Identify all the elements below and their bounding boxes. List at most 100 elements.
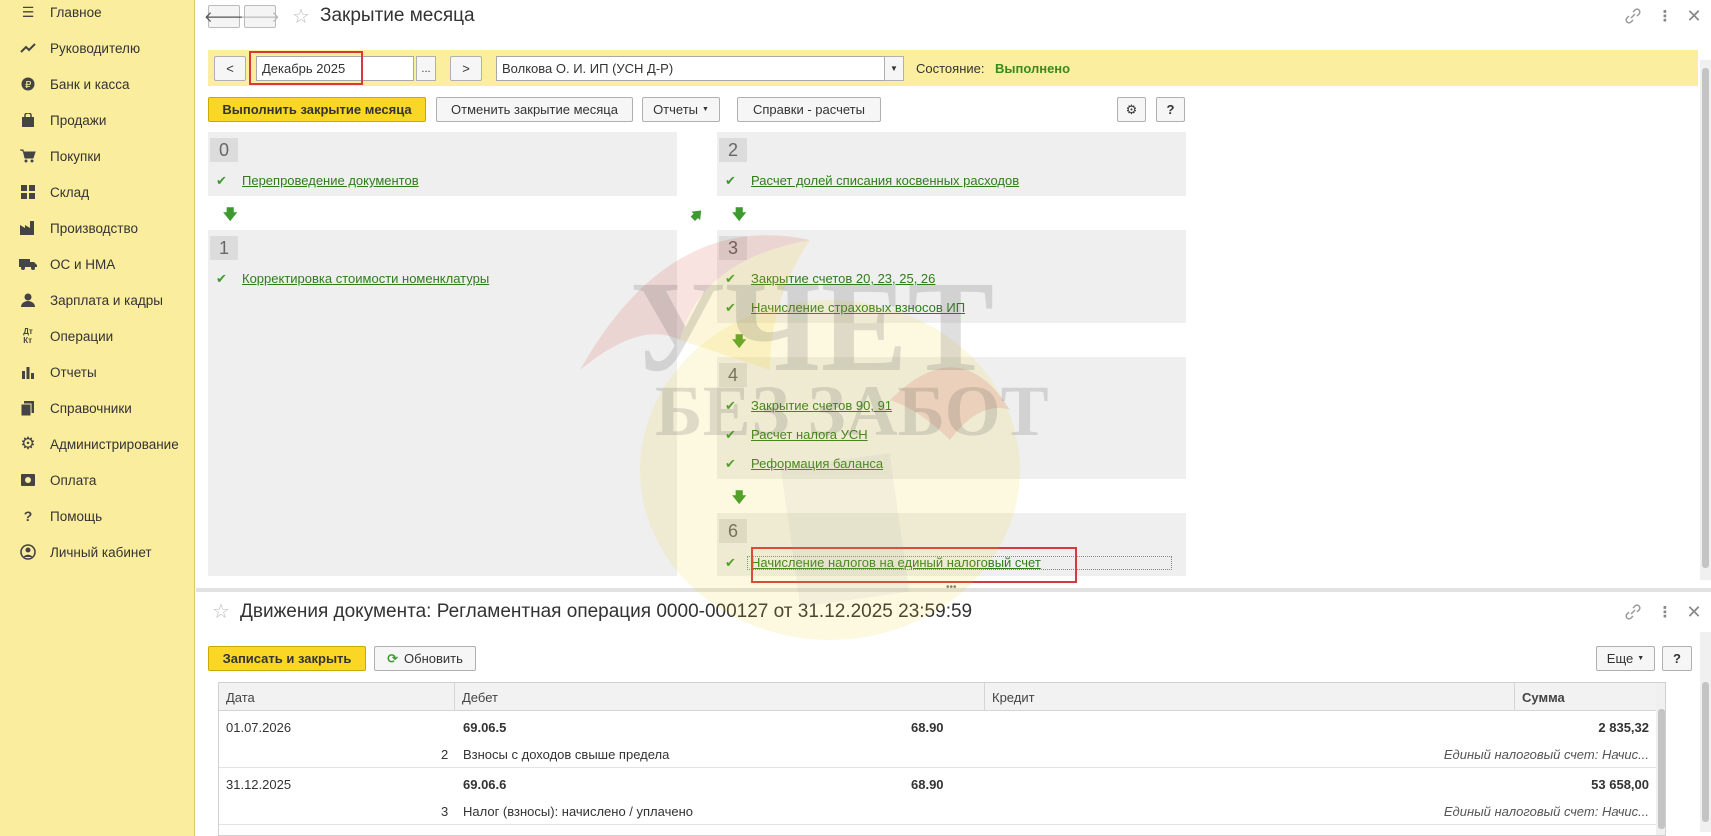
column-header-credit[interactable]: Кредит — [985, 683, 1515, 711]
sidebar-item-label: Продажи — [50, 112, 107, 128]
link-icon[interactable] — [1622, 5, 1644, 27]
op-link-close-accounts-20-26[interactable]: Закрытие счетов 20, 23, 25, 26 — [751, 271, 935, 286]
help-button[interactable]: ? — [1662, 646, 1692, 671]
reports-button[interactable]: Отчеты ▼ — [642, 97, 720, 122]
form-scrollbar-thumb[interactable] — [1702, 682, 1709, 822]
op-link-repost-documents[interactable]: Перепроведение документов — [242, 173, 419, 188]
scrollbar-thumb[interactable] — [1702, 68, 1709, 568]
cell-credit-subconto[interactable]: Единый налоговый счет: Начис... — [1444, 804, 1649, 819]
more-button[interactable]: Еще ▼ — [1596, 646, 1655, 671]
sidebar-item-operations[interactable]: Дт Кт Операции — [0, 319, 195, 353]
cell-sum[interactable]: 2 835,32 — [1598, 720, 1649, 735]
column-header-sum[interactable]: Сумма — [1515, 683, 1665, 711]
form-scrollbar[interactable] — [1700, 632, 1711, 832]
star-icon[interactable]: ☆ — [290, 5, 312, 28]
sidebar-item-reports[interactable]: Отчеты — [0, 355, 195, 389]
organization-field[interactable]: Волкова О. И. ИП (УСН Д-Р) — [496, 56, 886, 81]
sidebar-item-label: Покупки — [50, 148, 101, 164]
sidebar-item-account[interactable]: Личный кабинет — [0, 535, 195, 569]
more-vertical-icon[interactable]: ⋮ — [1654, 601, 1676, 623]
op-link-indirect-costs-share[interactable]: Расчет долей списания косвенных расходов — [751, 173, 1019, 188]
chevron-down-icon: ▼ — [890, 64, 898, 73]
op-link-balance-reformation[interactable]: Реформация баланса — [751, 456, 883, 471]
calcs-button[interactable]: Справки - расчеты — [737, 97, 881, 122]
arrow-left-icon: 🡐 — [203, 9, 245, 26]
sidebar-item-production[interactable]: Производство — [0, 211, 195, 245]
save-close-button[interactable]: Записать и закрыть — [208, 646, 366, 671]
cell-sum[interactable]: 53 658,00 — [1591, 777, 1649, 792]
more-vertical-icon[interactable]: ⋮ — [1654, 5, 1676, 27]
truck-icon — [18, 254, 38, 274]
organization-dropdown-button[interactable]: ▼ — [884, 56, 904, 81]
row-separator — [219, 767, 1665, 768]
cell-debit-subconto[interactable]: Налог (взносы): начислено / уплачено — [463, 804, 693, 819]
cell-debit-account[interactable]: 69.06.5 — [463, 720, 506, 735]
ruble-icon: ₽ — [18, 74, 38, 94]
star-icon[interactable]: ☆ — [210, 600, 232, 623]
op-link-insurance-contributions[interactable]: Начисление страховых взносов ИП — [751, 300, 965, 315]
table-scrollbar[interactable] — [1656, 683, 1665, 835]
op-link-cost-adjustment[interactable]: Корректировка стоимости номенклатуры — [242, 271, 489, 286]
period-next-button[interactable]: > — [450, 56, 482, 81]
sidebar-item-warehouse[interactable]: Склад — [0, 175, 195, 209]
sidebar-item-label: Руководителю — [50, 40, 141, 56]
close-icon[interactable]: ✕ — [1683, 601, 1705, 623]
cell-debit-account[interactable]: 69.06.6 — [463, 777, 506, 792]
close-icon[interactable]: ✕ — [1683, 5, 1705, 27]
period-prev-button[interactable]: < — [214, 56, 246, 81]
arrow-up-right-icon: 🡇 — [687, 205, 707, 224]
column-header-debit[interactable]: Дебет — [455, 683, 985, 711]
scrollbar-vertical[interactable] — [1700, 60, 1711, 580]
sidebar-item-manager[interactable]: Руководителю — [0, 31, 195, 65]
more-label: Еще — [1606, 651, 1634, 666]
sidebar-item-label: Администрирование — [50, 436, 179, 452]
step-number: 6 — [719, 519, 747, 543]
sidebar-item-help[interactable]: ? Помощь — [0, 499, 195, 533]
sidebar-item-label: Операции — [50, 328, 114, 344]
refresh-button[interactable]: ⟳ Обновить — [374, 646, 476, 671]
arrow-down-icon: 🡇 — [223, 206, 238, 222]
cell-credit-account[interactable]: 68.90 — [911, 777, 944, 792]
check-icon: ✔ — [725, 398, 736, 413]
forward-button[interactable]: 🡒 — [240, 5, 280, 28]
person-icon — [18, 290, 38, 310]
chevron-down-icon: ▼ — [1637, 655, 1645, 662]
sidebar-item-main[interactable]: ☰ Главное — [0, 0, 195, 29]
cell-debit-subconto[interactable]: Взносы с доходов свыше предела — [463, 747, 669, 762]
sidebar-item-sales[interactable]: Продажи — [0, 103, 195, 137]
cell-credit-account[interactable]: 68.90 — [911, 720, 944, 735]
debit-credit-icon: Дт Кт — [23, 327, 33, 345]
link-icon[interactable] — [1622, 601, 1644, 623]
back-button[interactable]: 🡐 — [204, 5, 244, 28]
sidebar-item-admin[interactable]: ⚙ Администрирование — [0, 427, 195, 461]
check-icon: ✔ — [725, 427, 736, 442]
check-icon: ✔ — [216, 173, 227, 188]
cell-credit-subconto[interactable]: Единый налоговый счет: Начис... — [1444, 747, 1649, 762]
cell-date[interactable]: 31.12.2025 — [226, 777, 291, 792]
step-0: 0 ✔ Перепроведение документов — [208, 132, 677, 196]
page-title: Закрытие месяца — [320, 5, 475, 26]
cancel-close-button[interactable]: Отменить закрытие месяца — [436, 97, 633, 122]
sidebar-item-directories[interactable]: Справочники — [0, 391, 195, 425]
sidebar-item-bank[interactable]: ₽ Банк и касса — [0, 67, 195, 101]
gear-icon: ⚙ — [1125, 101, 1138, 117]
period-select-button[interactable]: ... — [416, 56, 436, 81]
sidebar: ☰ Главное Руководителю ₽ Банк и касса Пр… — [0, 0, 195, 836]
payment-icon — [18, 470, 38, 490]
document-movements-form: ☆ Движения документа: Регламентная опера… — [196, 592, 1711, 836]
cell-date[interactable]: 01.07.2026 — [226, 720, 291, 735]
settings-button[interactable]: ⚙ — [1117, 97, 1146, 122]
sidebar-item-purchases[interactable]: Покупки — [0, 139, 195, 173]
op-link-usn-tax[interactable]: Расчет налога УСН — [751, 427, 868, 442]
op-link-close-accounts-90-91[interactable]: Закрытие счетов 90, 91 — [751, 398, 892, 413]
trend-icon — [18, 38, 38, 58]
check-icon: ✔ — [725, 456, 736, 471]
sidebar-item-label: ОС и НМА — [50, 256, 116, 272]
sidebar-item-salary[interactable]: Зарплата и кадры — [0, 283, 195, 317]
help-button[interactable]: ? — [1156, 97, 1185, 122]
sidebar-item-payment[interactable]: Оплата — [0, 463, 195, 497]
table-scrollbar-thumb[interactable] — [1658, 709, 1665, 829]
run-close-button[interactable]: Выполнить закрытие месяца — [208, 97, 426, 122]
column-header-date[interactable]: Дата — [219, 683, 455, 711]
sidebar-item-assets[interactable]: ОС и НМА — [0, 247, 195, 281]
